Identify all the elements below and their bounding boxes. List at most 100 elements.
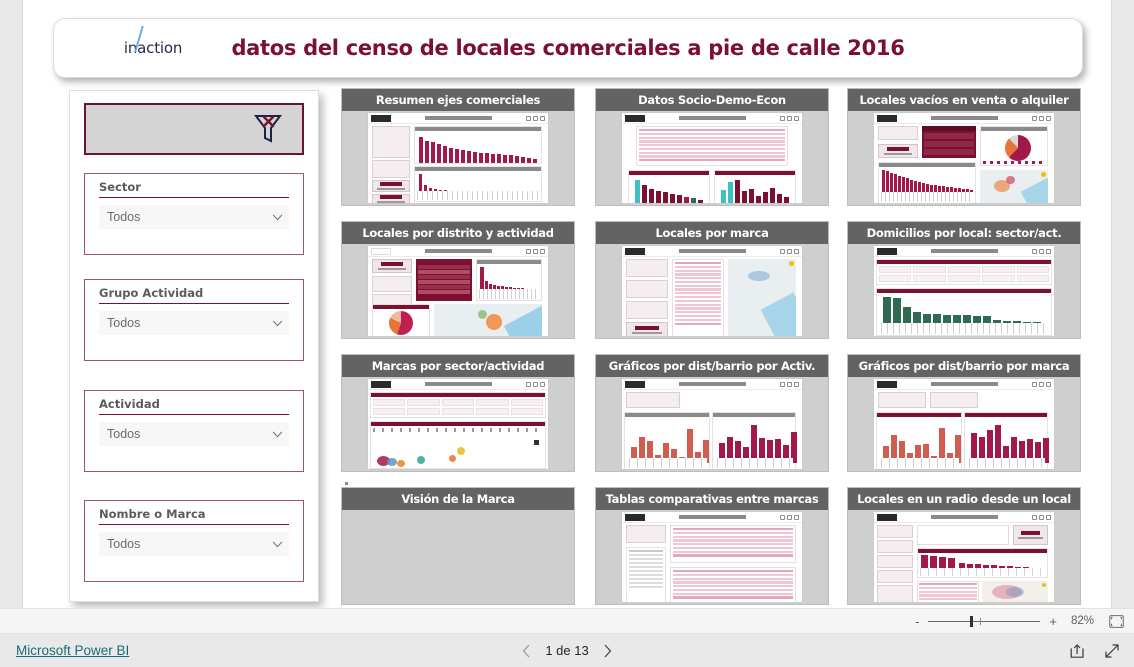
card-thumbnail [367,245,549,337]
card-body [848,244,1080,338]
slicer-sector-label: Sector [99,180,289,198]
fit-to-page-icon[interactable] [1109,614,1124,628]
card-body [342,244,574,338]
card-header: Datos Socio-Demo-Econ [596,89,828,111]
thumb-logo-icon [371,247,391,255]
slicer-grupo-actividad-label: Grupo Actividad [99,286,289,304]
card-thumbnail [873,511,1055,603]
card-thumbnail [367,112,549,204]
slicer-actividad-dropdown[interactable]: Todos [99,422,289,446]
card-title: Datos Socio-Demo-Econ [638,93,786,107]
card-body [596,111,828,205]
zoom-out-button[interactable]: - [915,615,919,628]
thumb-icons [526,115,545,121]
thumb-logo-icon [625,247,645,255]
card-header: Domicilios por local: sector/act. [848,222,1080,244]
thumb-header [368,246,548,257]
card-marcas-por-sector-actividad[interactable]: Marcas por sector/actividad [341,354,575,472]
thumb-logo-icon [877,114,897,122]
chevron-down-icon [272,320,283,326]
zoom-bar: - + 82% [0,608,1134,634]
clear-filters-button[interactable] [84,103,304,155]
card-title: Locales vacíos en venta o alquiler [859,93,1069,107]
report-page: inaction datos del censo de locales come… [22,0,1112,608]
thumb-content [874,523,1054,602]
card-header: Marcas por sector/actividad [342,355,574,377]
card-locales-en-un-radio-desde-un-local[interactable]: Locales en un radio desde un local [847,487,1081,605]
card-title: Resumen ejes comerciales [375,93,541,107]
slicer-sector[interactable]: Sector Todos [84,173,304,255]
thumb-header [622,379,802,390]
thumb-header [874,512,1054,523]
slicer-grupo-actividad[interactable]: Grupo Actividad Todos [84,279,304,361]
zoom-slider-thumb[interactable] [970,615,973,627]
thumb-title-bar [394,116,523,120]
slicer-grupo-actividad-value: Todos [107,316,141,330]
card-thumbnail [621,112,803,204]
thumb-icons [1032,115,1051,121]
slicer-actividad[interactable]: Actividad Todos [84,390,304,472]
thumb-title-bar [648,249,777,253]
card-body [848,510,1080,604]
thumb-header [874,246,1054,257]
footer-actions [1069,643,1120,659]
slicer-actividad-value: Todos [107,427,141,441]
powerbi-report-viewer: inaction datos del censo de locales come… [0,0,1134,667]
slicer-nombre-o-marca-value: Todos [107,537,141,551]
zoom-slider[interactable] [928,615,1041,627]
thumb-content [622,124,802,203]
card-vision-de-la-marca[interactable]: Visión de la Marca [341,487,575,605]
thumb-icons [526,248,545,254]
card-graficos-por-dist-barrio-por-activ[interactable]: Gráficos por dist/barrio por Activ. [595,354,829,472]
card-domicilios-por-local[interactable]: Domicilios por local: sector/act. [847,221,1081,339]
thumb-title-bar [648,515,777,519]
thumb-header [874,113,1054,124]
card-title: Visión de la Marca [401,492,515,506]
card-thumbnail [873,245,1055,337]
zoom-in-button[interactable]: + [1049,615,1057,628]
slicer-nombre-o-marca[interactable]: Nombre o Marca Todos [84,500,304,582]
thumb-logo-icon [371,114,391,122]
thumb-content [874,124,1054,203]
card-body [848,377,1080,471]
slicer-grupo-actividad-dropdown[interactable]: Todos [99,311,289,335]
thumb-icons [1032,248,1051,254]
card-thumbnail [621,378,803,470]
thumb-header [368,113,548,124]
slicer-sector-value: Todos [107,210,141,224]
card-locales-por-distrito-y-actividad[interactable]: Locales por distrito y actividad [341,221,575,339]
card-title: Locales en un radio desde un local [857,492,1071,506]
card-title: Tablas comparativas entre marcas [605,492,819,506]
fullscreen-icon[interactable] [1104,643,1120,659]
thumb-content [368,257,548,336]
card-datos-socio-demo-econ[interactable]: Datos Socio-Demo-Econ [595,88,829,206]
report-footer: Microsoft Power BI 1 de 13 [0,634,1134,667]
thumb-content [622,257,802,336]
card-header: Locales en un radio desde un local [848,488,1080,510]
card-header: Resumen ejes comerciales [342,89,574,111]
slicer-sector-dropdown[interactable]: Todos [99,205,289,229]
share-icon[interactable] [1069,643,1086,659]
card-graficos-por-dist-barrio-por-marca[interactable]: Gráficos por dist/barrio por marca [847,354,1081,472]
card-thumbnail [367,378,549,470]
thumb-logo-icon [625,114,645,122]
card-header: Gráficos por dist/barrio por marca [848,355,1080,377]
card-title: Gráficos por dist/barrio por marca [858,359,1070,373]
card-locales-por-marca[interactable]: Locales por marca [595,221,829,339]
slicer-nombre-o-marca-dropdown[interactable]: Todos [99,532,289,556]
thumb-icons [780,514,799,520]
report-title-banner: inaction datos del censo de locales come… [53,18,1083,78]
card-locales-vacios-en-venta-o-alquiler[interactable]: Locales vacíos en venta o alquiler [847,88,1081,206]
thumb-title-bar [394,382,523,386]
card-tablas-comparativas-entre-marcas[interactable]: Tablas comparativas entre marcas [595,487,829,605]
chevron-left-icon[interactable] [522,644,531,658]
chevron-right-icon[interactable] [603,644,612,658]
card-body [342,510,574,604]
card-resumen-ejes-comerciales[interactable]: Resumen ejes comerciales [341,88,575,206]
card-thumbnail [873,112,1055,204]
thumb-title-bar [648,116,777,120]
card-header: Visión de la Marca [342,488,574,510]
thumb-icons [780,115,799,121]
thumb-icons [1032,381,1051,387]
card-body [342,377,574,471]
